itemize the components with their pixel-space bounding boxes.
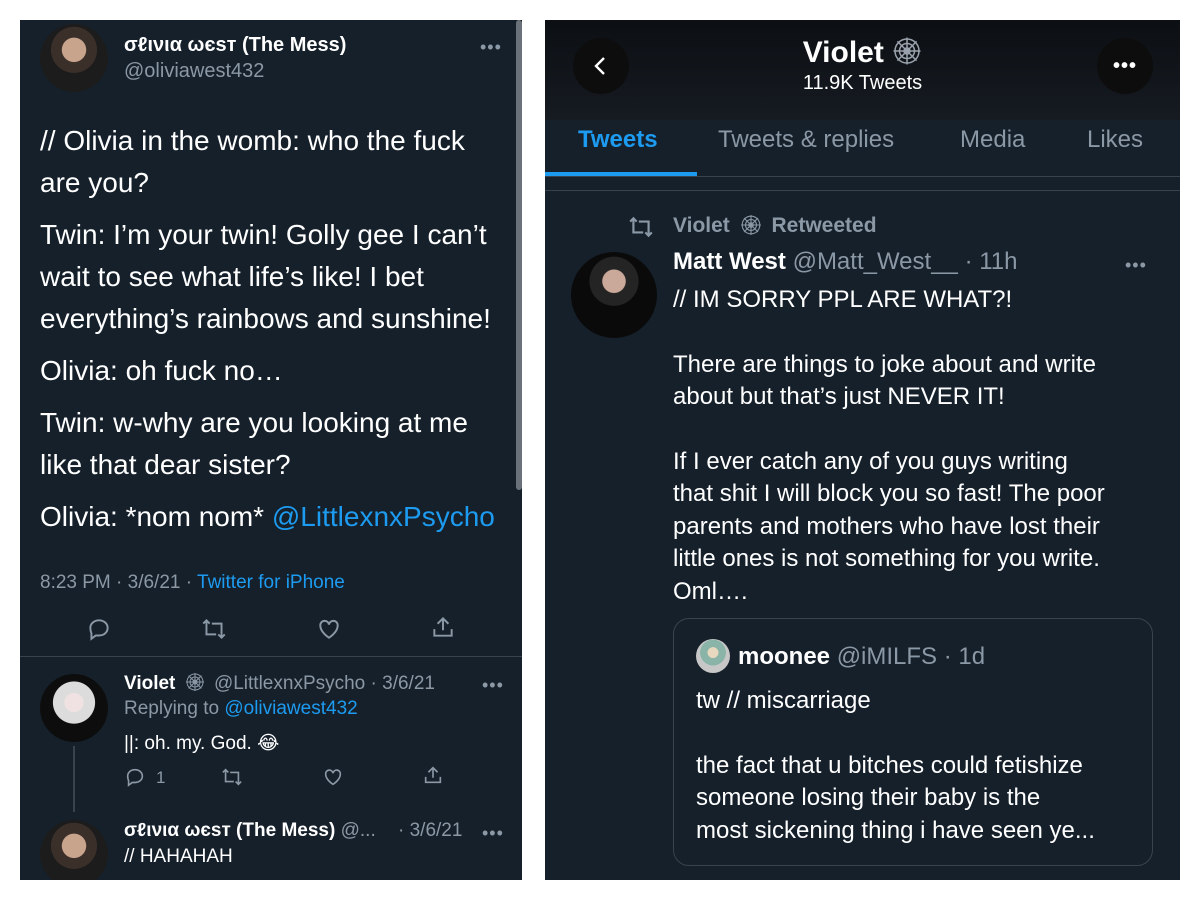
more-options-icon[interactable]: •••: [482, 676, 504, 694]
retweeter-name[interactable]: Violet: [673, 214, 730, 237]
tweet-line: parents and mothers who have lost their: [673, 512, 1100, 540]
retweet-icon: [625, 214, 657, 240]
reply-header: σℓινια ωєѕт (The Mess) @...: [124, 820, 376, 842]
tweet-count: 11.9K Tweets: [802, 72, 923, 94]
quoted-tweet[interactable]: moonee @iMILFS · 1d tw // miscarriage th…: [673, 618, 1153, 866]
tweet-line: about but that’s just NEVER IT!: [673, 383, 1005, 410]
share-icon[interactable]: [422, 764, 444, 786]
tweet-text: // Olivia in the womb: who the fuck are …: [40, 120, 500, 538]
reply-text: // HAHAHAH: [124, 846, 233, 867]
quote-line: someone losing their baby is the: [696, 784, 1041, 811]
replying-to-handle[interactable]: @oliviawest432: [224, 698, 357, 719]
display-name[interactable]: Matt West: [673, 248, 786, 275]
display-name[interactable]: Violet: [124, 673, 175, 694]
handle: @iMILFS: [836, 643, 938, 670]
tweet-paragraph: Twin: I’m your twin! Golly gee I can’t w…: [40, 219, 491, 334]
spiderweb-icon: [892, 36, 922, 66]
retweet-icon[interactable]: [200, 616, 228, 642]
quote-header: moonee @iMILFS · 1d: [738, 643, 985, 671]
handle[interactable]: @...: [341, 820, 376, 841]
avatar[interactable]: [40, 674, 108, 742]
like-icon[interactable]: [316, 616, 342, 642]
replying-to-label: Replying to: [124, 698, 225, 719]
tab-tweets[interactable]: Tweets: [578, 126, 658, 154]
tab-media[interactable]: Media: [960, 126, 1025, 154]
scrollbar[interactable]: [516, 20, 522, 490]
timestamp[interactable]: 8:23 PM · 3/6/21 ·: [40, 572, 197, 593]
profile-name: Violet: [802, 36, 884, 69]
display-name[interactable]: σℓινια ωєѕт (The Mess): [124, 820, 335, 841]
mention-link[interactable]: @LittlexnxPsycho: [272, 501, 495, 532]
handle[interactable]: @oliviawest432: [124, 60, 264, 83]
replying-to: Replying to @oliviawest432: [124, 698, 358, 720]
header-title-block: Violet 11.9K Tweets: [545, 36, 1180, 95]
like-icon[interactable]: [322, 766, 344, 788]
tweet-paragraph: Twin: w-why are you looking at me like t…: [40, 407, 468, 480]
tweet-line: that shit I will block you so fast! The …: [673, 480, 1105, 507]
handle[interactable]: @Matt_West__: [793, 248, 958, 275]
divider: [545, 190, 1180, 191]
quote-line: most sickening thing i have seen ye...: [696, 816, 1095, 844]
avatar: [696, 639, 730, 673]
divider: [545, 176, 1180, 177]
tweet-text: // IM SORRY PPL ARE WHAT?! There are thi…: [673, 284, 1163, 608]
display-name: moonee: [738, 643, 831, 670]
reply-icon[interactable]: [124, 766, 146, 788]
quote-line: tw // miscarriage: [696, 687, 871, 714]
share-icon[interactable]: [430, 614, 456, 640]
tab-likes[interactable]: Likes: [1087, 126, 1143, 154]
divider: [20, 656, 522, 657]
tab-tweets-replies[interactable]: Tweets & replies: [718, 126, 894, 154]
reply-text: ||: oh. my. God. 😂: [124, 733, 280, 754]
tweet-time[interactable]: · 11h: [965, 248, 1018, 275]
more-options-icon[interactable]: •••: [1125, 256, 1147, 274]
tweet-paragraph: Olivia: *nom nom* @LittlexnxPsycho: [40, 496, 500, 538]
quote-text: tw // miscarriage the fact that u bitche…: [696, 685, 1146, 847]
tweet-meta: 8:23 PM · 3/6/21 · Twitter for iPhone: [40, 572, 345, 594]
spiderweb-icon: [740, 214, 762, 236]
tweet-line: If I ever catch any of you guys writing: [673, 447, 1068, 475]
left-screenshot-panel: σℓινια ωєѕт (The Mess) @oliviawest432 ••…: [20, 20, 522, 880]
avatar[interactable]: [40, 820, 108, 880]
handle-time[interactable]: @LittlexnxPsycho · 3/6/21: [214, 673, 435, 694]
tweet-line: // IM SORRY PPL ARE WHAT?!: [673, 286, 1013, 313]
right-screenshot-panel: ••• Violet 11.9K Tweets Tweets Tweets & …: [545, 20, 1180, 880]
tweet-paragraph: // Olivia in the womb: who the fuck are …: [40, 125, 465, 198]
tweet-time: · 1d: [943, 643, 986, 670]
spiderweb-icon: [185, 672, 205, 692]
source-link[interactable]: Twitter for iPhone: [197, 572, 345, 593]
more-options-icon[interactable]: •••: [482, 824, 504, 842]
tweet-paragraph: Olivia: oh fuck no…: [40, 355, 283, 386]
tweet-line-text: Olivia: *nom nom*: [40, 501, 272, 532]
tweet-time[interactable]: · 3/6/21: [398, 820, 462, 842]
display-name[interactable]: σℓινια ωєѕт (The Mess): [124, 34, 346, 57]
tweet-line: Oml….: [673, 577, 748, 605]
reply-icon[interactable]: [86, 616, 112, 642]
quote-line: the fact that u bitches could fetishize: [696, 751, 1083, 779]
avatar[interactable]: [571, 252, 657, 338]
reply-count: 1: [156, 768, 166, 787]
retweeted-label: Violet Retweeted: [673, 214, 877, 238]
retweet-icon[interactable]: [220, 766, 244, 788]
avatar[interactable]: [40, 24, 108, 92]
tweet-line: There are things to joke about and write: [673, 350, 1096, 378]
more-options-icon[interactable]: •••: [480, 38, 502, 56]
retweeted-action: Retweeted: [771, 214, 877, 237]
tweet-line: little ones is not something for you wri…: [673, 545, 1100, 572]
reply-header: Violet @LittlexnxPsycho · 3/6/21: [124, 672, 435, 695]
tweet-header: Matt West @Matt_West__ · 11h: [673, 248, 1018, 276]
thread-line: [73, 746, 75, 812]
